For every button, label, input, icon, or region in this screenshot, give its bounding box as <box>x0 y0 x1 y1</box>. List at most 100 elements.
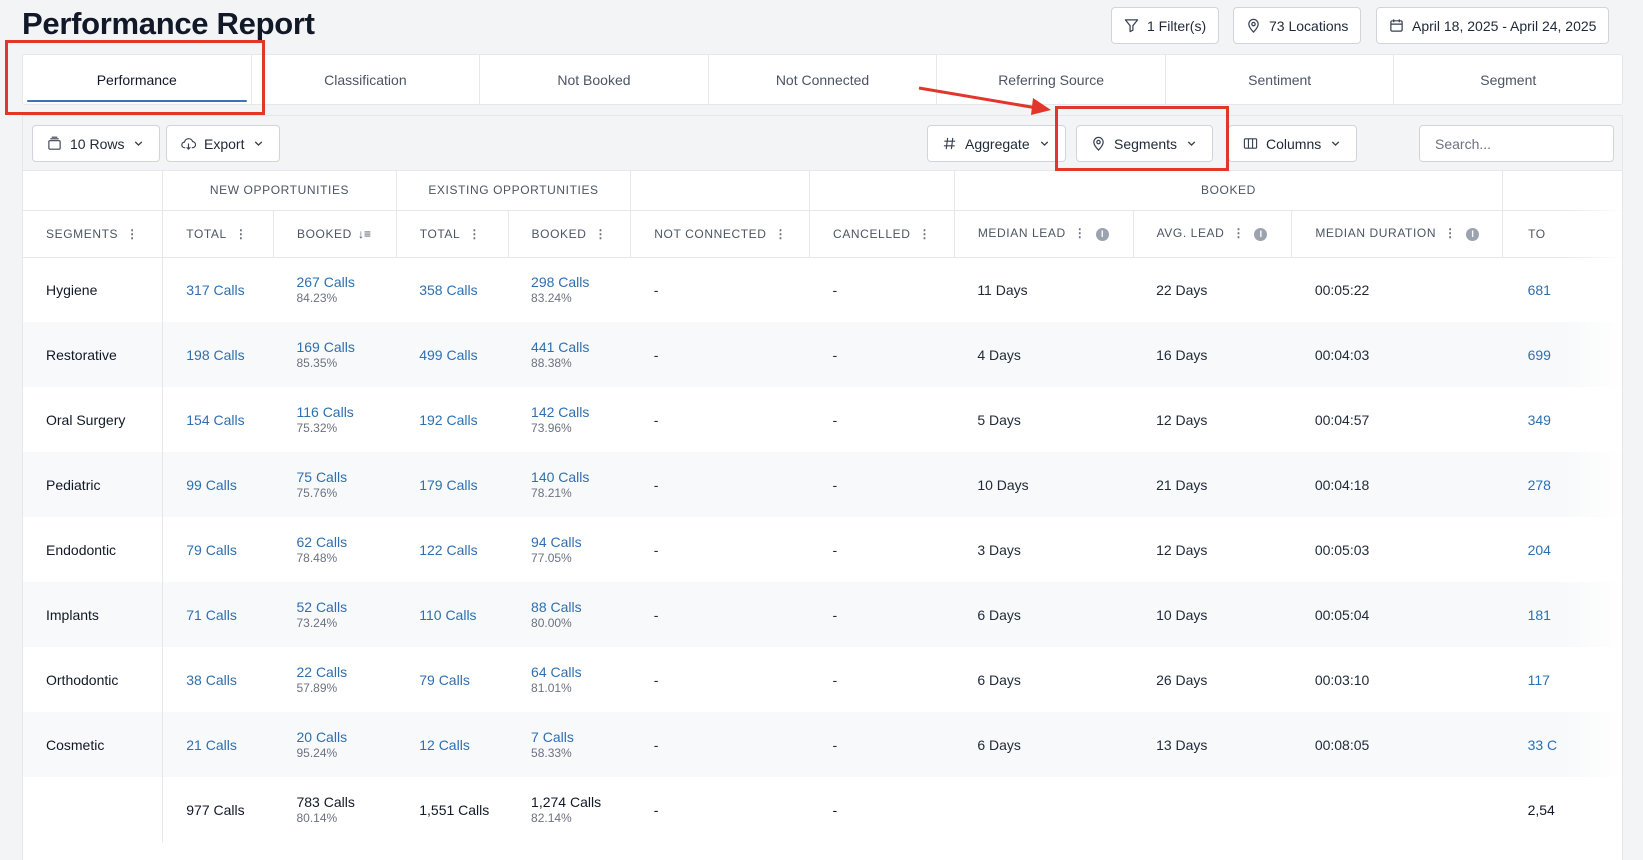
more-vertical-icon[interactable]: ⋮ <box>1232 226 1244 240</box>
column-header-existing-total[interactable]: TOTAL ⋮ <box>396 210 509 258</box>
new-booked-link[interactable]: 62 Calls <box>296 534 347 550</box>
existing-total-link[interactable]: 122 Calls <box>419 542 477 558</box>
avg-lead-cell: 26 Days <box>1133 647 1292 712</box>
more-vertical-icon[interactable]: ⋮ <box>775 227 787 241</box>
locations-button[interactable]: 73 Locations <box>1233 7 1362 44</box>
existing-booked-percent: 83.24% <box>531 291 572 306</box>
median-duration-cell: 00:05:22 <box>1292 257 1503 322</box>
existing-booked-link[interactable]: 94 Calls <box>531 534 582 550</box>
avg-lead-value: 12 Days <box>1156 411 1208 428</box>
new-total-link[interactable]: 317 Calls <box>186 282 244 298</box>
more-vertical-icon[interactable]: ⋮ <box>235 227 247 241</box>
new-booked-link[interactable]: 75 Calls <box>296 469 347 485</box>
existing-booked-link[interactable]: 7 Calls <box>531 729 574 745</box>
info-icon[interactable]: i <box>1466 227 1480 241</box>
existing-total-link[interactable]: 192 Calls <box>419 412 477 428</box>
existing-booked-link[interactable]: 142 Calls <box>531 404 589 420</box>
tab-classification[interactable]: Classification <box>252 55 481 104</box>
avg-lead-value: 10 Days <box>1156 606 1208 623</box>
existing-booked-link[interactable]: 64 Calls <box>531 664 582 680</box>
total-link[interactable]: 349 <box>1528 412 1551 428</box>
not-connected-value: - <box>653 411 659 428</box>
tab-not-connected[interactable]: Not Connected <box>709 55 938 104</box>
total-link[interactable]: 681 <box>1528 282 1551 298</box>
info-icon[interactable]: i <box>1095 227 1109 241</box>
new-total-link[interactable]: 154 Calls <box>186 412 244 428</box>
cancelled-cell: - <box>810 257 955 322</box>
existing-total-link[interactable]: 12 Calls <box>419 737 470 753</box>
column-header-median-lead[interactable]: MEDIAN LEAD ⋮ i <box>954 210 1134 258</box>
median-lead-cell: 6 Days <box>954 582 1134 647</box>
total-link[interactable]: 33 C <box>1528 737 1558 753</box>
existing-total-link[interactable]: 358 Calls <box>419 282 477 298</box>
new-total-link[interactable]: 198 Calls <box>186 347 244 363</box>
column-header-avg-lead[interactable]: AVG. LEAD ⋮ i <box>1133 210 1293 258</box>
existing-booked-link[interactable]: 298 Calls <box>531 274 589 290</box>
tab-referring-source[interactable]: Referring Source <box>937 55 1166 104</box>
more-vertical-icon[interactable]: ⋮ <box>594 227 606 241</box>
new-total-link[interactable]: 21 Calls <box>186 737 237 753</box>
info-icon[interactable]: i <box>1254 227 1268 241</box>
filters-button[interactable]: 1 Filter(s) <box>1111 7 1220 44</box>
new-total-link[interactable]: 38 Calls <box>186 672 237 688</box>
column-header-label: MEDIAN LEAD <box>977 226 1066 241</box>
total-link[interactable]: 204 <box>1528 542 1551 558</box>
new-booked-link[interactable]: 20 Calls <box>296 729 347 745</box>
table-row: Orthodontic 38 Calls 22 Calls 57.89% 79 Call… <box>23 647 1622 712</box>
median-lead-value: 3 Days <box>977 541 1021 558</box>
cancelled-value: - <box>832 541 838 558</box>
segment-cell: Restorative <box>23 322 164 387</box>
new-total-link[interactable]: 71 Calls <box>186 607 237 623</box>
rows-dropdown[interactable]: 10 Rows <box>32 125 161 162</box>
tab-sentiment[interactable]: Sentiment <box>1166 55 1395 104</box>
column-header-segments[interactable]: SEGMENTS ⋮ <box>23 210 164 258</box>
column-header-new-total[interactable]: TOTAL ⋮ <box>162 210 274 258</box>
more-vertical-icon[interactable]: ⋮ <box>1444 226 1456 240</box>
new-booked-cell: 20 Calls 95.24% <box>273 712 397 777</box>
columns-icon <box>1243 138 1258 149</box>
column-header-median-duration[interactable]: MEDIAN DURATION ⋮ i <box>1291 210 1504 258</box>
new-booked-link[interactable]: 169 Calls <box>296 339 354 355</box>
column-header-new-booked[interactable]: BOOKED ↓≡ <box>273 210 397 258</box>
sort-descending-icon[interactable]: ↓≡ <box>358 227 371 241</box>
group-header-existing-opportunities: EXISTING OPPORTUNITIES <box>396 171 632 211</box>
tab-performance[interactable]: Performance <box>23 55 252 104</box>
tab-not-booked[interactable]: Not Booked <box>480 55 709 104</box>
column-header-existing-booked[interactable]: BOOKED ⋮ <box>508 210 632 258</box>
existing-booked-link[interactable]: 441 Calls <box>531 339 589 355</box>
search-input[interactable] <box>1419 125 1614 162</box>
total-link[interactable]: 117 <box>1528 672 1550 688</box>
median-duration-value: 00:04:03 <box>1314 346 1370 363</box>
more-vertical-icon[interactable]: ⋮ <box>126 227 138 241</box>
export-dropdown[interactable]: Export <box>166 125 281 162</box>
more-vertical-icon[interactable]: ⋮ <box>468 227 480 241</box>
tab-segment[interactable]: Segment <box>1394 55 1622 104</box>
new-total-link[interactable]: 99 Calls <box>186 477 237 493</box>
existing-total-link[interactable]: 79 Calls <box>419 672 470 688</box>
new-total-link[interactable]: 79 Calls <box>186 542 237 558</box>
new-booked-link[interactable]: 22 Calls <box>296 664 347 680</box>
new-booked-link[interactable]: 52 Calls <box>296 599 347 615</box>
segment-cell: Pediatric <box>23 452 164 517</box>
columns-dropdown[interactable]: Columns <box>1228 125 1358 162</box>
column-header-not-connected[interactable]: NOT CONNECTED ⋮ <box>630 210 811 258</box>
column-header-total[interactable]: TO <box>1502 210 1622 258</box>
existing-total-link[interactable]: 499 Calls <box>419 347 477 363</box>
existing-total-link[interactable]: 179 Calls <box>419 477 477 493</box>
segments-dropdown[interactable]: Segments <box>1076 125 1214 162</box>
existing-total-link[interactable]: 110 Calls <box>419 607 476 623</box>
total-link[interactable]: 181 <box>1528 607 1551 623</box>
more-vertical-icon[interactable]: ⋮ <box>918 227 930 241</box>
new-booked-link[interactable]: 116 Calls <box>296 404 353 420</box>
median-lead-value: 6 Days <box>977 606 1021 623</box>
existing-booked-link[interactable]: 88 Calls <box>531 599 582 615</box>
total-link[interactable]: 278 <box>1528 477 1551 493</box>
new-booked-link[interactable]: 267 Calls <box>296 274 354 290</box>
more-vertical-icon[interactable]: ⋮ <box>1074 226 1086 240</box>
new-booked-cell: 52 Calls 73.24% <box>273 582 397 647</box>
column-header-cancelled[interactable]: CANCELLED ⋮ <box>809 210 955 258</box>
aggregate-dropdown[interactable]: Aggregate <box>927 125 1066 162</box>
total-link[interactable]: 699 <box>1528 347 1551 363</box>
date-range-button[interactable]: April 18, 2025 - April 24, 2025 <box>1376 7 1610 44</box>
existing-booked-link[interactable]: 140 Calls <box>531 469 589 485</box>
